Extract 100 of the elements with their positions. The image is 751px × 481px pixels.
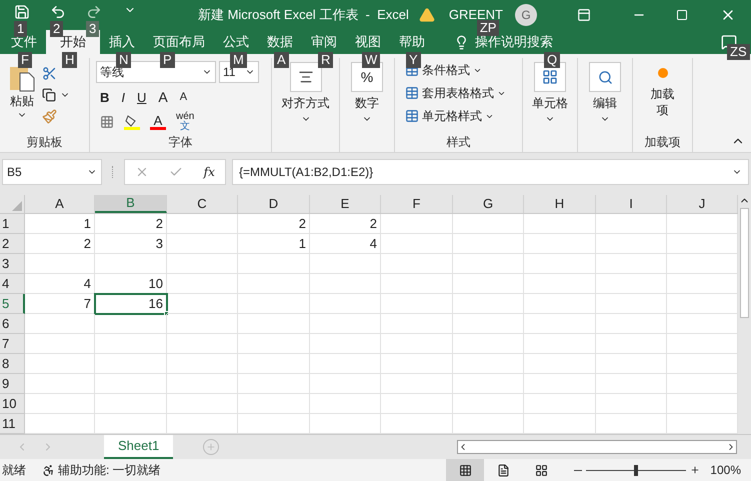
formula-field[interactable]: {=MMULT(A1:B2,D1:E2)}	[232, 159, 749, 185]
table-cell[interactable]	[596, 394, 667, 414]
row-header[interactable]: 9	[0, 374, 25, 394]
table-cell[interactable]	[453, 214, 524, 234]
table-cell[interactable]	[95, 374, 167, 394]
table-cell[interactable]	[238, 314, 310, 334]
table-cell[interactable]	[95, 394, 167, 414]
table-cell[interactable]	[524, 374, 596, 394]
table-cell[interactable]: 4	[310, 234, 381, 254]
table-cell[interactable]	[453, 294, 524, 314]
table-cell[interactable]	[167, 214, 238, 234]
table-cell[interactable]	[453, 394, 524, 414]
table-cell[interactable]: 2	[310, 214, 381, 234]
table-cell[interactable]	[381, 234, 453, 254]
table-cell[interactable]	[381, 354, 453, 374]
row-header[interactable]: 7	[0, 334, 25, 354]
table-cell[interactable]: 4	[25, 274, 95, 294]
horizontal-scrollbar[interactable]	[457, 440, 737, 454]
table-cell[interactable]	[524, 234, 596, 254]
table-cell[interactable]	[25, 354, 95, 374]
shrink-font-button[interactable]: A	[180, 89, 188, 106]
column-header[interactable]: I	[596, 195, 667, 213]
table-cell[interactable]	[524, 254, 596, 274]
table-cell[interactable]	[596, 294, 667, 314]
table-cell[interactable]	[596, 254, 667, 274]
add-sheet-button[interactable]	[203, 439, 220, 455]
zoom-slider[interactable]	[586, 464, 686, 476]
row-header[interactable]: 2	[0, 234, 25, 254]
table-cell[interactable]	[167, 354, 238, 374]
table-cell[interactable]	[310, 314, 381, 334]
select-all-icon[interactable]	[12, 201, 22, 211]
table-cell[interactable]	[238, 374, 310, 394]
table-cell[interactable]	[310, 354, 381, 374]
row-header[interactable]: 1	[0, 214, 25, 234]
table-cell[interactable]: 1	[238, 234, 310, 254]
table-cell[interactable]	[596, 334, 667, 354]
table-cell[interactable]	[453, 314, 524, 334]
column-header[interactable]: C	[167, 195, 238, 213]
table-cell[interactable]	[381, 394, 453, 414]
copy-button[interactable]	[42, 88, 70, 102]
save-button[interactable]	[14, 4, 30, 20]
row-header[interactable]: 5	[0, 294, 25, 314]
italic-button[interactable]: I	[121, 88, 126, 108]
table-cell[interactable]	[167, 334, 238, 354]
table-cell[interactable]	[167, 274, 238, 294]
table-cell[interactable]	[381, 254, 453, 274]
table-cell[interactable]	[524, 294, 596, 314]
table-cell[interactable]	[596, 314, 667, 334]
font-color-button[interactable]: A	[150, 114, 166, 130]
table-cell[interactable]: 16	[95, 294, 167, 314]
table-cell[interactable]	[524, 274, 596, 294]
table-cell[interactable]: 2	[95, 214, 167, 234]
ribbon-tab[interactable]: 页面布局	[144, 30, 214, 54]
undo-button[interactable]	[50, 4, 66, 20]
avatar[interactable]: G	[515, 4, 537, 26]
table-cell[interactable]	[453, 274, 524, 294]
table-cell[interactable]	[596, 214, 667, 234]
table-cell[interactable]	[524, 314, 596, 334]
table-cell[interactable]	[25, 254, 95, 274]
table-cell[interactable]: 2	[238, 214, 310, 234]
accessibility-status[interactable]: 辅助功能: 一切就绪	[58, 461, 161, 479]
column-header[interactable]: F	[381, 195, 453, 213]
table-cell[interactable]	[381, 314, 453, 334]
column-header[interactable]: B	[95, 195, 167, 213]
table-cell[interactable]	[167, 374, 238, 394]
addins-button[interactable]: 加载项	[648, 68, 676, 118]
table-cell[interactable]	[25, 334, 95, 354]
table-cell[interactable]	[381, 374, 453, 394]
table-cell[interactable]	[238, 294, 310, 314]
table-cell[interactable]	[238, 254, 310, 274]
table-cell[interactable]	[238, 334, 310, 354]
vertical-scrollbar[interactable]	[738, 195, 751, 434]
table-cell[interactable]	[167, 254, 238, 274]
column-header[interactable]: E	[310, 195, 381, 213]
table-cell[interactable]	[453, 254, 524, 274]
table-cell[interactable]: 2	[25, 234, 95, 254]
table-cell[interactable]	[25, 394, 95, 414]
table-cell[interactable]: 10	[95, 274, 167, 294]
table-cell[interactable]: 7	[25, 294, 95, 314]
table-cell[interactable]	[381, 334, 453, 354]
table-cell[interactable]	[453, 374, 524, 394]
ribbon-tab[interactable]: 数据	[258, 30, 302, 54]
table-cell[interactable]	[310, 394, 381, 414]
table-cell[interactable]	[453, 334, 524, 354]
borders-button[interactable]	[100, 115, 114, 129]
editing-button[interactable]: 编辑	[589, 62, 621, 124]
table-cell[interactable]	[238, 354, 310, 374]
table-cell[interactable]	[167, 294, 238, 314]
table-cell[interactable]	[524, 334, 596, 354]
table-cell[interactable]	[25, 314, 95, 334]
table-cell[interactable]	[596, 374, 667, 394]
ribbon-tab[interactable]: 插入	[100, 30, 144, 54]
table-cell[interactable]	[238, 274, 310, 294]
column-header[interactable]: G	[453, 195, 524, 213]
table-cell[interactable]	[453, 234, 524, 254]
row-header[interactable]: 8	[0, 354, 25, 374]
styles-menu-button[interactable]: 单元格样式	[405, 107, 522, 125]
table-cell[interactable]	[95, 314, 167, 334]
ribbon-tab[interactable]: 公式	[214, 30, 258, 54]
table-cell[interactable]	[381, 274, 453, 294]
